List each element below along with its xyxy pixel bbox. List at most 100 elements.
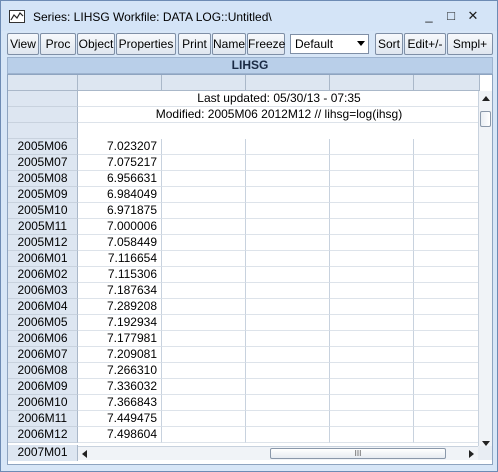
empty-cell[interactable]: [246, 251, 330, 267]
value-cell[interactable]: 6.971875: [78, 203, 162, 219]
empty-cell[interactable]: [330, 267, 414, 283]
maximize-button[interactable]: □: [441, 8, 461, 24]
object-button[interactable]: Object: [77, 33, 115, 55]
empty-cell[interactable]: [246, 187, 330, 203]
empty-cell[interactable]: [414, 427, 480, 443]
value-cell[interactable]: 7.336032: [78, 379, 162, 395]
empty-cell[interactable]: [330, 187, 414, 203]
empty-cell[interactable]: [330, 203, 414, 219]
close-button[interactable]: ✕: [463, 8, 483, 24]
proc-button[interactable]: Proc: [40, 33, 76, 55]
value-cell[interactable]: 7.449475: [78, 411, 162, 427]
empty-cell[interactable]: [330, 411, 414, 427]
value-cell[interactable]: 7.266310: [78, 363, 162, 379]
column-header[interactable]: [162, 75, 246, 91]
empty-cell[interactable]: [162, 283, 246, 299]
empty-cell[interactable]: [414, 171, 480, 187]
value-cell[interactable]: 7.023207: [78, 139, 162, 155]
empty-cell[interactable]: [414, 251, 480, 267]
empty-cell[interactable]: [414, 267, 480, 283]
value-cell[interactable]: 7.000006: [78, 219, 162, 235]
vertical-scroll-thumb[interactable]: [480, 111, 491, 127]
empty-cell[interactable]: [414, 315, 480, 331]
empty-cell[interactable]: [246, 267, 330, 283]
empty-cell[interactable]: [162, 267, 246, 283]
empty-cell[interactable]: [414, 395, 480, 411]
spreadsheet[interactable]: Last updated: 05/30/13 - 07:35 Modified:…: [7, 74, 493, 465]
vertical-scrollbar[interactable]: [478, 91, 492, 451]
empty-cell[interactable]: [162, 139, 246, 155]
empty-cell[interactable]: [414, 283, 480, 299]
empty-cell[interactable]: [162, 379, 246, 395]
empty-cell[interactable]: [246, 395, 330, 411]
empty-cell[interactable]: [414, 203, 480, 219]
empty-cell[interactable]: [414, 363, 480, 379]
empty-cell[interactable]: [414, 331, 480, 347]
empty-cell[interactable]: [162, 363, 246, 379]
empty-cell[interactable]: [162, 427, 246, 443]
value-cell[interactable]: 7.075217: [78, 155, 162, 171]
value-cell[interactable]: 7.058449: [78, 235, 162, 251]
value-cell[interactable]: 6.956631: [78, 171, 162, 187]
value-cell[interactable]: 7.192934: [78, 315, 162, 331]
edit-toggle-button[interactable]: Edit+/-: [404, 33, 446, 55]
empty-cell[interactable]: [246, 283, 330, 299]
empty-cell[interactable]: [162, 299, 246, 315]
empty-cell[interactable]: [330, 331, 414, 347]
empty-cell[interactable]: [330, 155, 414, 171]
empty-cell[interactable]: [162, 331, 246, 347]
empty-cell[interactable]: [162, 219, 246, 235]
smpl-toggle-button[interactable]: Smpl+: [447, 33, 493, 55]
horizontal-scroll-thumb[interactable]: III: [270, 448, 446, 459]
view-button[interactable]: View: [7, 33, 39, 55]
minimize-button[interactable]: _: [419, 8, 439, 24]
empty-cell[interactable]: [246, 331, 330, 347]
column-header[interactable]: [78, 75, 162, 91]
empty-cell[interactable]: [330, 315, 414, 331]
format-dropdown[interactable]: Default: [290, 34, 369, 54]
name-button[interactable]: Name: [212, 33, 246, 55]
empty-cell[interactable]: [414, 219, 480, 235]
empty-cell[interactable]: [246, 219, 330, 235]
empty-cell[interactable]: [162, 235, 246, 251]
value-cell[interactable]: 7.209081: [78, 347, 162, 363]
empty-cell[interactable]: [330, 363, 414, 379]
empty-cell[interactable]: [246, 235, 330, 251]
value-cell[interactable]: 7.115306: [78, 267, 162, 283]
empty-cell[interactable]: [330, 171, 414, 187]
empty-cell[interactable]: [162, 347, 246, 363]
empty-cell[interactable]: [330, 219, 414, 235]
empty-cell[interactable]: [162, 187, 246, 203]
empty-cell[interactable]: [330, 427, 414, 443]
empty-cell[interactable]: [330, 347, 414, 363]
empty-cell[interactable]: [162, 171, 246, 187]
empty-cell[interactable]: [246, 139, 330, 155]
scroll-up-icon[interactable]: [482, 96, 490, 101]
empty-cell[interactable]: [246, 203, 330, 219]
column-header[interactable]: [330, 75, 414, 91]
empty-cell[interactable]: [414, 379, 480, 395]
empty-cell[interactable]: [162, 411, 246, 427]
empty-cell[interactable]: [330, 395, 414, 411]
empty-cell[interactable]: [414, 155, 480, 171]
empty-cell[interactable]: [246, 315, 330, 331]
empty-cell[interactable]: [162, 155, 246, 171]
empty-cell[interactable]: [246, 379, 330, 395]
title-bar[interactable]: Series: LIHSG Workfile: DATA LOG::Untitl…: [1, 1, 497, 31]
horizontal-scrollbar[interactable]: III: [78, 446, 478, 460]
empty-cell[interactable]: [246, 427, 330, 443]
empty-cell[interactable]: [246, 363, 330, 379]
value-cell[interactable]: 6.984049: [78, 187, 162, 203]
empty-cell[interactable]: [162, 251, 246, 267]
freeze-button[interactable]: Freeze: [247, 33, 285, 55]
empty-cell[interactable]: [246, 155, 330, 171]
empty-cell[interactable]: [330, 139, 414, 155]
value-cell[interactable]: 7.116654: [78, 251, 162, 267]
empty-cell[interactable]: [330, 251, 414, 267]
scroll-right-icon[interactable]: [469, 450, 474, 458]
column-header[interactable]: [414, 75, 480, 91]
sort-button[interactable]: Sort: [375, 33, 403, 55]
empty-cell[interactable]: [414, 411, 480, 427]
empty-cell[interactable]: [414, 187, 480, 203]
empty-cell[interactable]: [330, 379, 414, 395]
